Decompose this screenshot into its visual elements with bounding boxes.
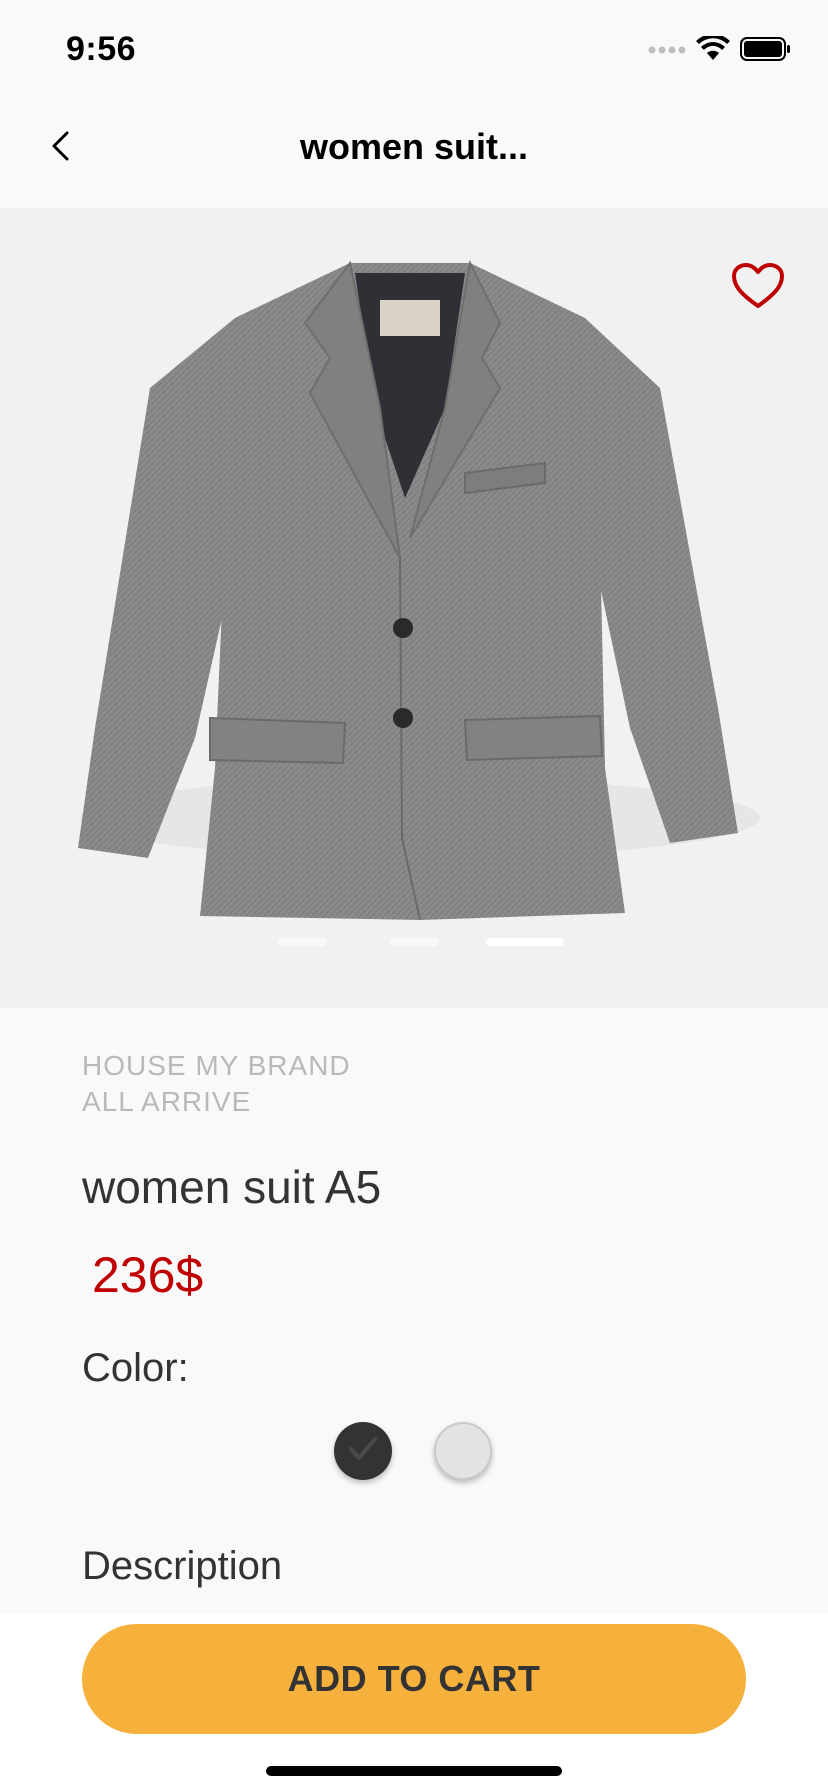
carousel-dot[interactable]: [390, 938, 438, 946]
product-price: 236$: [92, 1247, 204, 1303]
description-label: Description: [82, 1544, 283, 1588]
home-indicator: [266, 1766, 562, 1776]
product-image: [78, 259, 760, 921]
battery-icon: [740, 36, 792, 67]
page-title: women suit...: [299, 126, 529, 167]
checkmark-icon: [347, 1435, 379, 1468]
add-to-cart-button[interactable]: ADD TO CART: [82, 1624, 746, 1734]
brand-name: HOUSE MY BRAND: [82, 1050, 351, 1081]
nav-bar: women suit...: [0, 100, 828, 208]
brand-tagline: ALL ARRIVE: [82, 1086, 252, 1117]
color-label: Color:: [82, 1346, 189, 1390]
favorite-button[interactable]: [726, 256, 790, 320]
product-name: women suit A5: [82, 1161, 382, 1213]
bottom-action-bar: ADD TO CART: [0, 1614, 828, 1792]
color-swatch-light-gray[interactable]: [434, 1422, 492, 1480]
wifi-icon: [696, 33, 730, 67]
carousel-dot[interactable]: [278, 938, 326, 946]
carousel-dot-active[interactable]: [486, 938, 564, 946]
heart-outline-icon: [731, 262, 785, 315]
color-swatch-dark-gray[interactable]: [334, 1422, 392, 1480]
product-image-carousel[interactable]: [0, 208, 828, 1008]
status-time: 9:56: [66, 30, 137, 68]
signal-icon: [648, 42, 686, 61]
status-bar: 9:56: [0, 0, 828, 100]
carousel-indicator: [0, 938, 828, 948]
status-icons: [648, 33, 792, 67]
